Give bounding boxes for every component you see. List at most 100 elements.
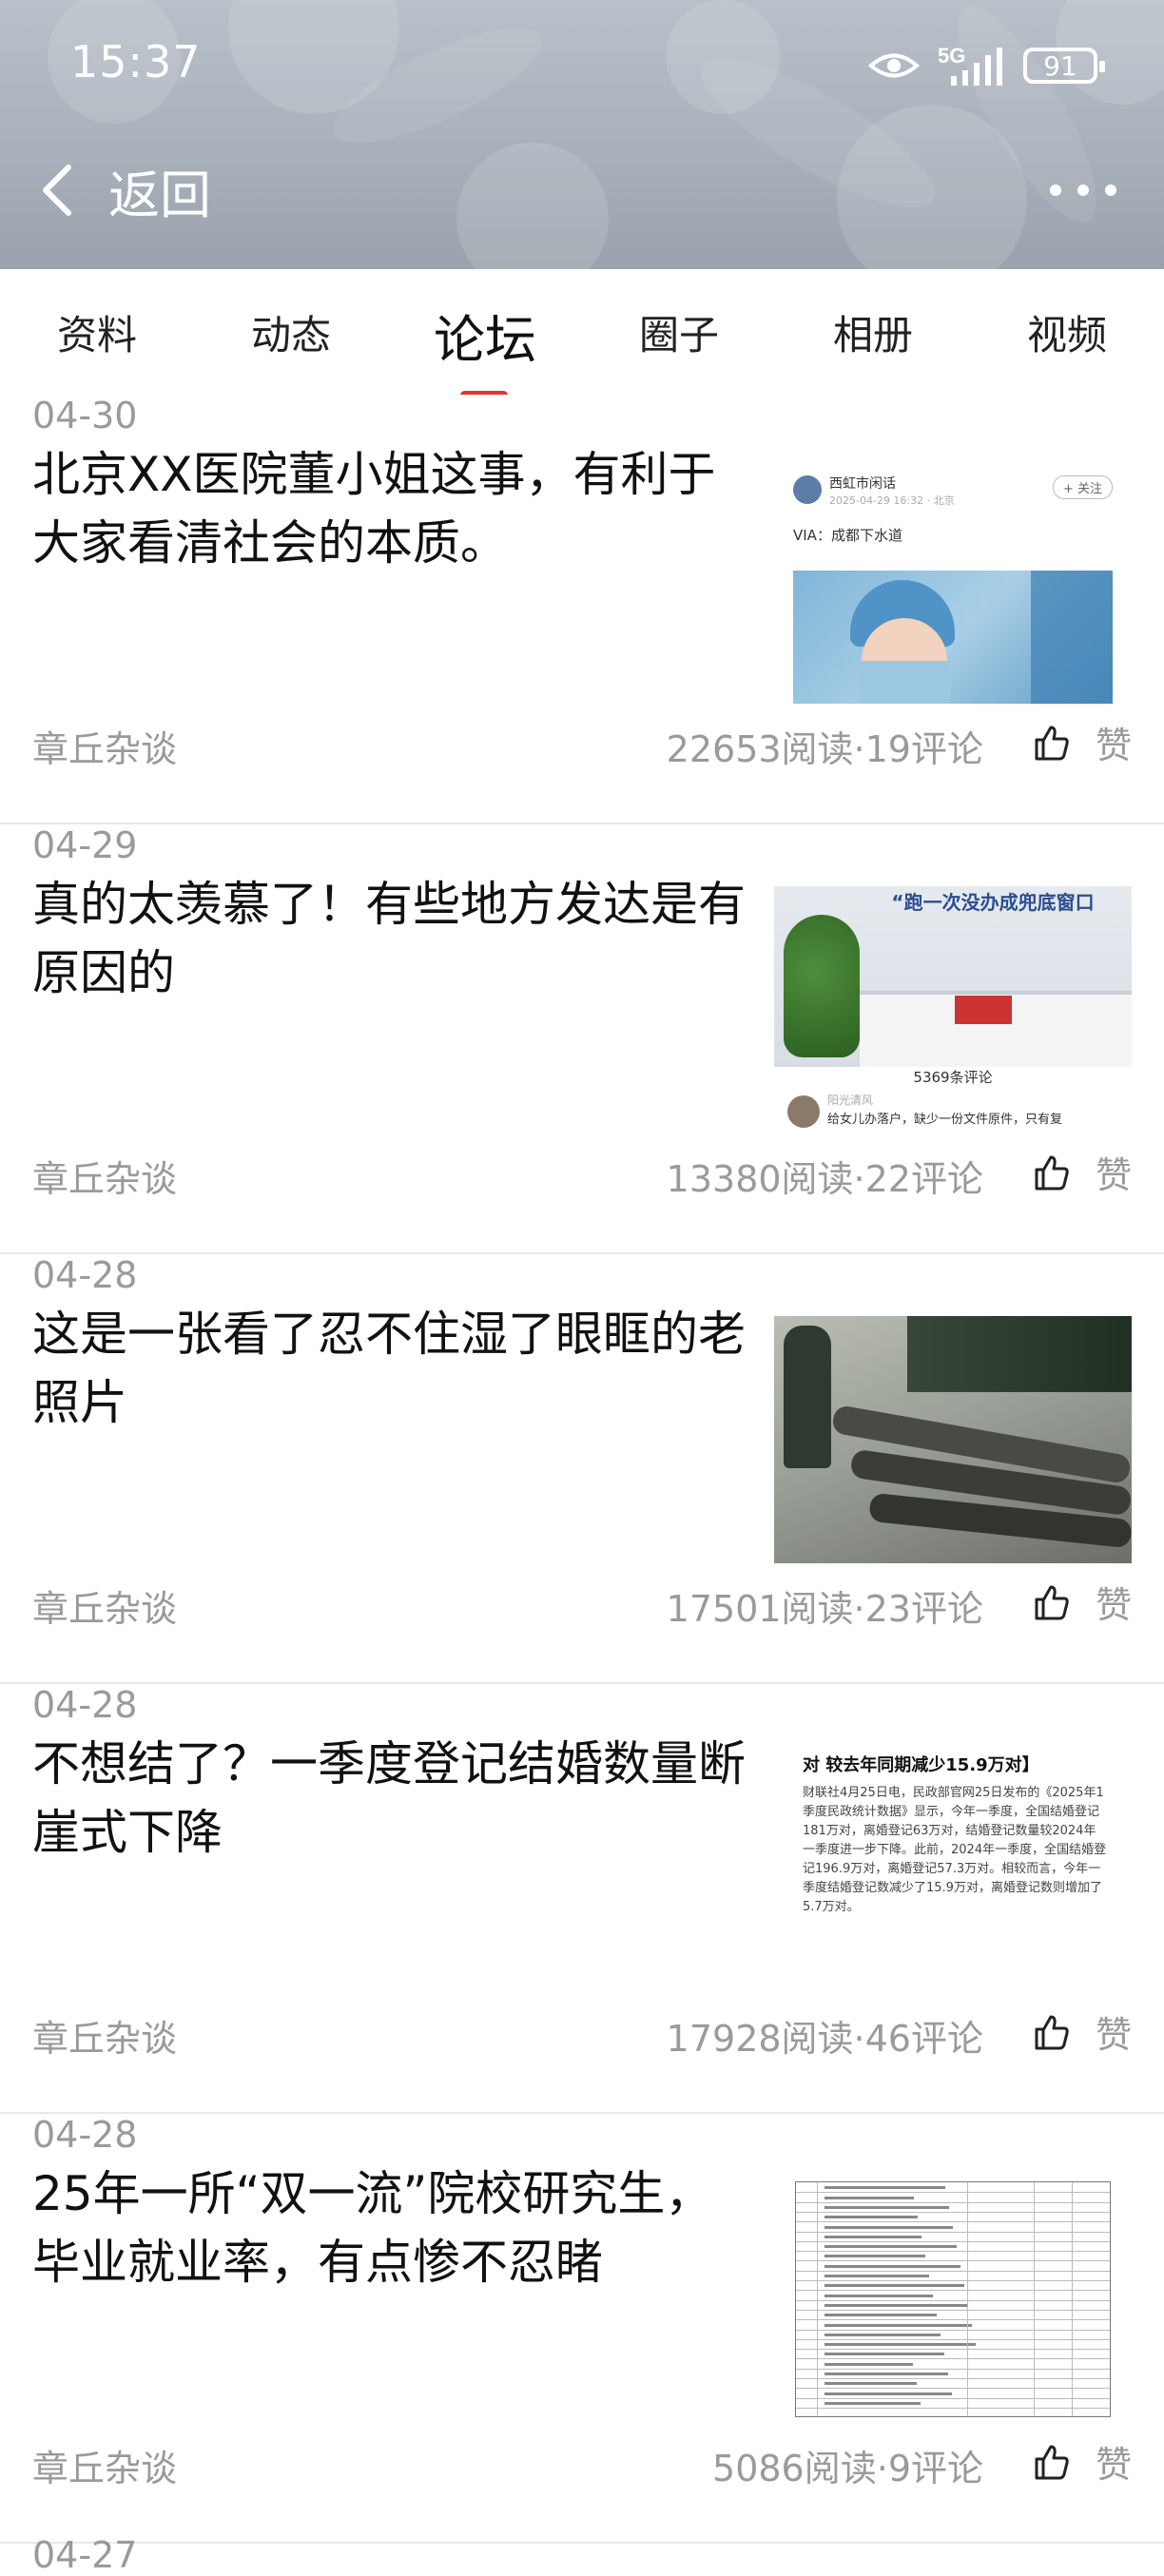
thumb-table-row bbox=[796, 2388, 1110, 2390]
post-item[interactable]: 04-28 25年一所“双一流”院校研究生，毕业就业率，有点惨不忍睹 章丘杂谈 … bbox=[0, 2114, 1164, 2544]
thumb-comments: 5369条评论 bbox=[774, 1067, 1132, 1092]
thumb-photo bbox=[774, 1316, 1132, 1563]
thumb-table-row bbox=[796, 2231, 1110, 2233]
thumb-table-cell bbox=[824, 2323, 972, 2327]
thumbs-up-icon bbox=[1035, 2015, 1069, 2049]
thumb-table-cell bbox=[824, 2235, 922, 2238]
thumb-table-row bbox=[796, 2211, 1110, 2213]
post-stats: 5086阅读·9评论 bbox=[712, 2448, 983, 2489]
thumb-comment-row: 阳光清风 给女儿办落户，缺少一份文件原件，只有复 bbox=[774, 1092, 1132, 1133]
thumbs-up-icon bbox=[1035, 1155, 1069, 1190]
post-stats: 13380阅读·22评论 bbox=[666, 1158, 983, 1200]
thumb-table-row bbox=[796, 2299, 1110, 2301]
thumb-table-row bbox=[796, 2349, 1110, 2351]
thumb-avatar bbox=[793, 475, 822, 504]
thumb-body: 财联社4月25日电，民政部官网25日发布的《2025年1季度民政统计数据》显示，… bbox=[803, 1786, 1107, 1914]
like-label: 赞 bbox=[1095, 2444, 1132, 2486]
tab-profile[interactable]: 资料 bbox=[21, 303, 173, 361]
thumb-table-row bbox=[796, 2192, 1110, 2194]
more-icon[interactable] bbox=[1050, 171, 1116, 209]
back-label: 返回 bbox=[108, 165, 211, 225]
post-source[interactable]: 章丘杂谈 bbox=[32, 2009, 177, 2062]
like-button[interactable]: 赞 bbox=[1033, 1576, 1132, 1628]
like-button[interactable]: 赞 bbox=[1033, 2435, 1132, 2488]
like-label: 赞 bbox=[1095, 2014, 1132, 2056]
post-date: 04-29 bbox=[32, 824, 138, 866]
like-button[interactable]: 赞 bbox=[1033, 2005, 1132, 2058]
thumb-plant bbox=[784, 915, 860, 1057]
thumb-table-cell bbox=[824, 2205, 949, 2209]
thumb-heading: 对 较去年同期减少15.9万对】 bbox=[803, 1755, 1039, 1775]
status-time: 15:37 bbox=[70, 36, 202, 87]
eye-icon bbox=[867, 53, 921, 78]
post-thumbnail[interactable] bbox=[774, 2176, 1132, 2423]
post-source[interactable]: 章丘杂谈 bbox=[32, 2439, 177, 2491]
thumb-table-cell bbox=[824, 2275, 929, 2277]
thumb-time: 2025-04-29 16:32 · 北京 bbox=[829, 494, 955, 507]
thumb-table-row bbox=[796, 2290, 1110, 2292]
thumb-table-row bbox=[796, 2378, 1110, 2379]
thumb-table-cell bbox=[824, 2333, 941, 2336]
tab-forum[interactable]: 论坛 bbox=[409, 298, 561, 373]
thumb-table-row bbox=[796, 2397, 1110, 2399]
post-title[interactable]: 真的太羡慕了！有些地方发达是有原因的 bbox=[32, 870, 755, 1007]
post-feed: 04-30 北京XX医院董小姐这事，有利于大家看清社会的本质。 西虹市闲话 20… bbox=[0, 395, 1164, 2544]
post-source[interactable]: 章丘杂谈 bbox=[32, 1579, 177, 1632]
thumb-table-cell bbox=[824, 2294, 933, 2297]
post-item[interactable]: 04-30 北京XX医院董小姐这事，有利于大家看清社会的本质。 西虹市闲话 20… bbox=[0, 395, 1164, 824]
back-button[interactable]: 返回 bbox=[38, 152, 211, 228]
post-date: 04-30 bbox=[32, 395, 138, 436]
post-date: 04-28 bbox=[32, 2114, 138, 2156]
tab-activity[interactable]: 动态 bbox=[215, 303, 367, 361]
post-thumbnail[interactable]: “跑一次没办成兜底窗口 5369条评论 阳光清风 给女儿办落户，缺少一份文件原件… bbox=[774, 886, 1132, 1133]
thumbs-up-icon bbox=[1035, 726, 1069, 760]
tab-circle[interactable]: 圈子 bbox=[603, 303, 755, 361]
post-thumbnail[interactable]: 西虹市闲话 2025-04-29 16:32 · 北京 + 关注 VIA：成都下… bbox=[774, 456, 1132, 704]
post-thumbnail[interactable] bbox=[774, 1316, 1132, 1563]
post-title[interactable]: 25年一所“双一流”院校研究生，毕业就业率，有点惨不忍睹 bbox=[32, 2160, 755, 2296]
thumb-table-row bbox=[796, 2309, 1110, 2311]
tab-video[interactable]: 视频 bbox=[991, 303, 1143, 361]
thumb-table-cell bbox=[824, 2216, 918, 2219]
signal-icon: 5G bbox=[938, 44, 1006, 87]
thumb-banner: “跑一次没办成兜底窗口 bbox=[891, 891, 1095, 914]
thumb-table-column bbox=[1072, 2182, 1073, 2416]
post-title[interactable]: 北京XX医院董小姐这事，有利于大家看清社会的本质。 bbox=[32, 440, 755, 577]
tab-bar: 资料 动态 论坛 圈子 相册 视频 bbox=[0, 269, 1164, 395]
thumb-table-cell bbox=[824, 2284, 964, 2288]
battery-indicator: 91 bbox=[1023, 48, 1105, 84]
thumb-table-cell bbox=[824, 2303, 968, 2307]
thumb-via: VIA：成都下水道 bbox=[793, 527, 902, 544]
thumb-table-row bbox=[796, 2251, 1110, 2253]
like-button[interactable]: 赞 bbox=[1033, 1146, 1132, 1198]
thumb-table-row bbox=[796, 2368, 1110, 2370]
thumb-table-row bbox=[796, 2319, 1110, 2321]
post-stats: 22653阅读·19评论 bbox=[666, 728, 983, 770]
thumb-table-column bbox=[1034, 2182, 1035, 2416]
thumb-table-cell bbox=[824, 2314, 937, 2317]
post-title[interactable]: 这是一张看了忍不住湿了眼眶的老照片 bbox=[32, 1300, 755, 1437]
like-label: 赞 bbox=[1095, 1584, 1132, 1626]
post-item[interactable]: 04-29 真的太羡慕了！有些地方发达是有原因的 “跑一次没办成兜底窗口 536… bbox=[0, 824, 1164, 1254]
thumbs-up-icon bbox=[1035, 2445, 1069, 2479]
post-item[interactable]: 04-28 不想结了？一季度登记结婚数量断崖式下降 对 较去年同期减少15.9万… bbox=[0, 1684, 1164, 2114]
post-source[interactable]: 章丘杂谈 bbox=[32, 1150, 177, 1202]
post-item[interactable]: 04-28 这是一张看了忍不住湿了眼眶的老照片 章丘杂谈 17501阅读·23评… bbox=[0, 1254, 1164, 1684]
tab-album[interactable]: 相册 bbox=[797, 303, 949, 361]
thumb-table-cell bbox=[824, 2196, 914, 2199]
post-stats: 17928阅读·46评论 bbox=[666, 2018, 983, 2060]
post-source[interactable]: 章丘杂谈 bbox=[32, 720, 177, 772]
thumb-table-cell bbox=[824, 2373, 948, 2375]
thumb-table-cell bbox=[824, 2343, 976, 2347]
post-thumbnail[interactable]: 对 较去年同期减少15.9万对】 财联社4月25日电，民政部官网25日发布的《2… bbox=[774, 1746, 1132, 1993]
thumb-table-row bbox=[796, 2338, 1110, 2340]
post-title[interactable]: 不想结了？一季度登记结婚数量断崖式下降 bbox=[32, 1730, 755, 1867]
thumb-table-row bbox=[796, 2358, 1110, 2360]
post-stats: 17501阅读·23评论 bbox=[666, 1588, 983, 1630]
thumb-table-column bbox=[967, 2182, 968, 2416]
thumbs-up-icon bbox=[1035, 1585, 1069, 1619]
thumb-table-row bbox=[796, 2329, 1110, 2331]
post-date: 04-27 bbox=[32, 2534, 138, 2576]
thumb-table-cell bbox=[824, 2382, 917, 2386]
like-button[interactable]: 赞 bbox=[1033, 716, 1132, 768]
